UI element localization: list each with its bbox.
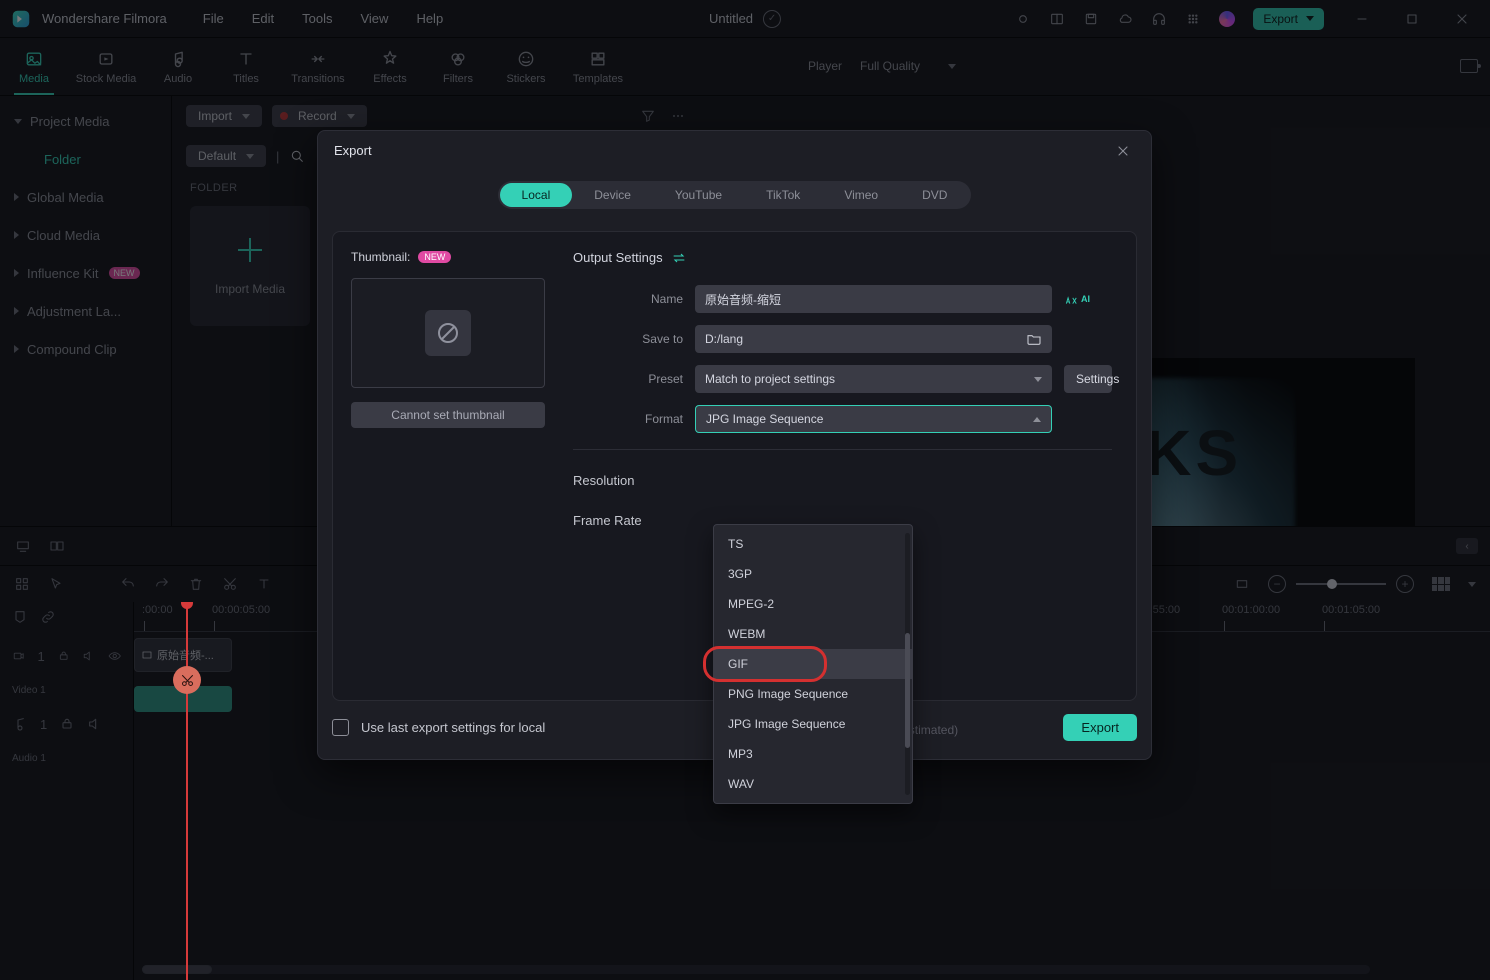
framerate-label: Frame Rate (573, 513, 683, 528)
swap-icon[interactable] (671, 251, 687, 265)
format-option-mp3[interactable]: MP3 (714, 739, 912, 769)
playhead[interactable] (186, 602, 188, 980)
modal-body: Thumbnail: NEW Cannot set thumbnail Outp… (332, 231, 1137, 701)
format-option-wav[interactable]: WAV (714, 769, 912, 799)
thumbnail-label: Thumbnail: (351, 250, 410, 264)
format-option-ts[interactable]: TS (714, 529, 912, 559)
export-modal: Export Local Device YouTube TikTok Vimeo… (317, 130, 1152, 760)
divider (573, 449, 1112, 450)
format-option-webm[interactable]: WEBM (714, 619, 912, 649)
field-format-row: Format JPG Image Sequence (573, 399, 1112, 439)
folder-icon[interactable] (1026, 331, 1042, 347)
thumbnail-section: Thumbnail: NEW Cannot set thumbnail (333, 232, 563, 700)
field-saveto-row: Save to D:/lang (573, 319, 1112, 359)
use-last-settings-label: Use last export settings for local (361, 720, 545, 735)
format-option-jpg[interactable]: JPG Image Sequence (714, 709, 912, 739)
tab-device[interactable]: Device (572, 183, 653, 207)
saveto-input[interactable]: D:/lang (695, 325, 1052, 353)
saveto-label: Save to (642, 332, 683, 346)
ai-rename-icon[interactable]: AI (1064, 292, 1112, 306)
format-select[interactable]: JPG Image Sequence (695, 405, 1052, 433)
tab-youtube[interactable]: YouTube (653, 183, 744, 207)
export-confirm-button[interactable]: Export (1063, 714, 1137, 741)
new-badge: NEW (418, 251, 451, 263)
preset-select[interactable]: Match to project settings (695, 365, 1052, 393)
resolution-label: Resolution (573, 473, 683, 488)
format-dropdown: TS 3GP MPEG-2 WEBM GIF PNG Image Sequenc… (713, 524, 913, 804)
thumbnail-disabled-label: Cannot set thumbnail (351, 402, 545, 428)
tab-dvd[interactable]: DVD (900, 183, 969, 207)
tab-vimeo[interactable]: Vimeo (822, 183, 900, 207)
field-name-row: Name 原始音频-缩短 AI (573, 279, 1112, 319)
tab-tiktok[interactable]: TikTok (744, 183, 822, 207)
modal-overlay: Export Local Device YouTube TikTok Vimeo… (0, 0, 1490, 980)
chevron-up-icon (1033, 417, 1041, 422)
settings-button[interactable]: Settings (1064, 365, 1112, 393)
format-option-png[interactable]: PNG Image Sequence (714, 679, 912, 709)
use-last-settings-checkbox[interactable] (332, 719, 349, 736)
tab-local[interactable]: Local (500, 183, 573, 207)
field-resolution-row: Resolution (573, 460, 1112, 500)
format-option-gif[interactable]: GIF (714, 649, 912, 679)
format-option-mpeg2[interactable]: MPEG-2 (714, 589, 912, 619)
output-settings-heading: Output Settings (573, 250, 1112, 265)
modal-tabs: Local Device YouTube TikTok Vimeo DVD (318, 175, 1151, 215)
format-label: Format (645, 412, 683, 426)
thumbnail-preview[interactable] (351, 278, 545, 388)
name-input[interactable]: 原始音频-缩短 (695, 285, 1052, 313)
modal-title: Export (334, 143, 372, 158)
format-option-3gp[interactable]: 3GP (714, 559, 912, 589)
chevron-down-icon (1034, 377, 1042, 382)
preset-label: Preset (648, 372, 683, 386)
no-thumbnail-icon (425, 310, 471, 356)
dropdown-scrollbar[interactable] (905, 533, 910, 795)
field-preset-row: Preset Match to project settings Setting… (573, 359, 1112, 399)
split-tool-icon[interactable] (173, 666, 201, 694)
modal-titlebar: Export (318, 131, 1151, 171)
modal-close-icon[interactable] (1111, 139, 1135, 163)
name-label: Name (651, 292, 683, 306)
